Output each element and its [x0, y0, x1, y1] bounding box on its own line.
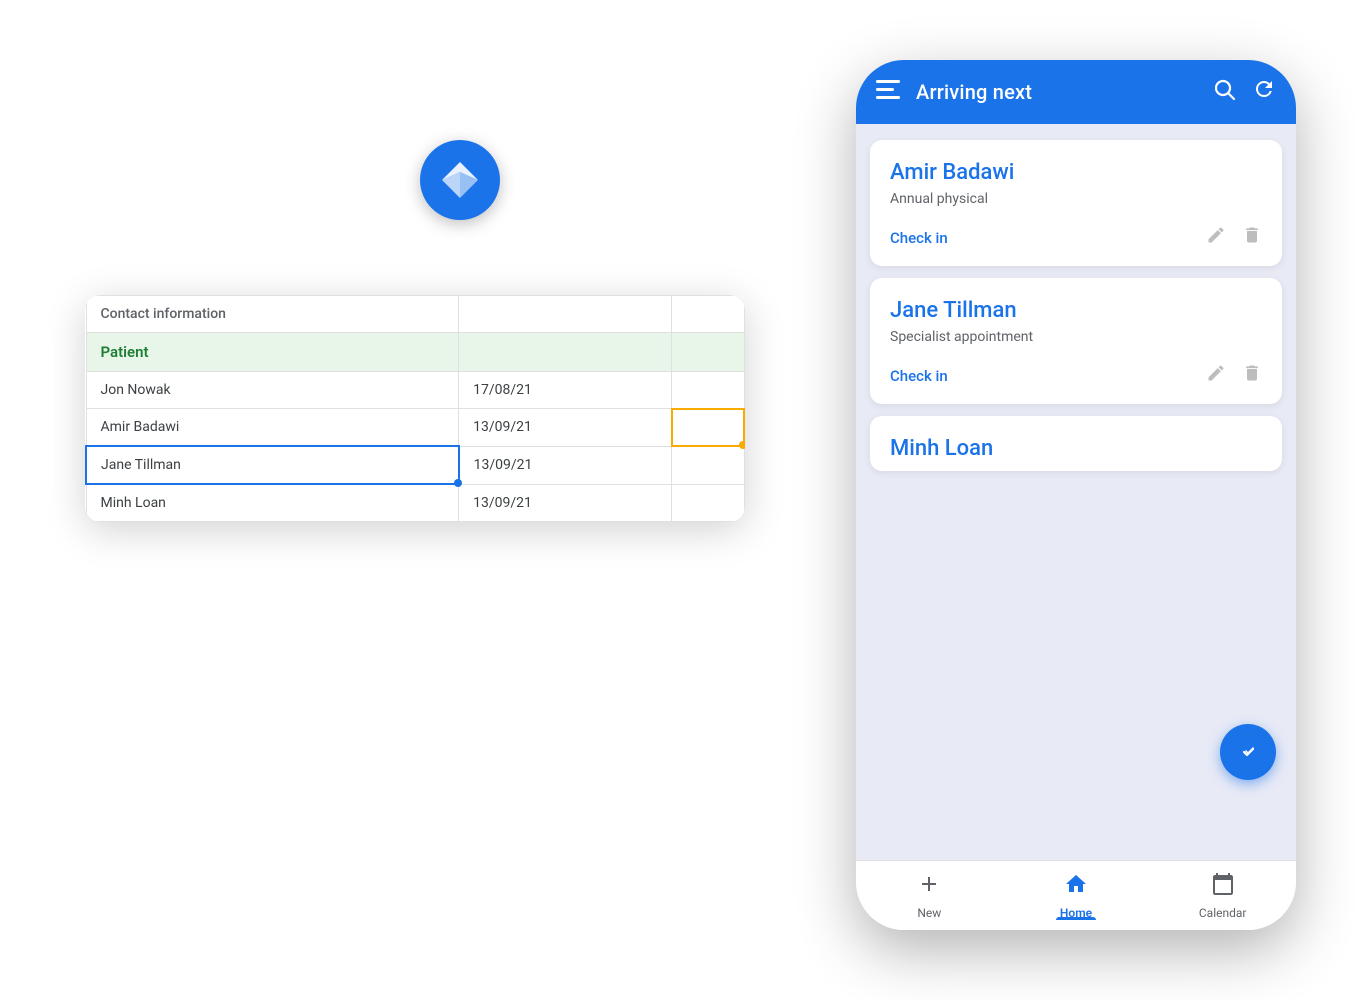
- patient-extra-cell: [672, 372, 744, 409]
- table-row-selected: Jane Tillman 13/09/21: [86, 446, 744, 484]
- sheet-header-row: Contact information: [86, 296, 744, 333]
- home-icon: [1064, 872, 1088, 902]
- nav-item-new[interactable]: New: [856, 872, 1003, 920]
- section-label: Patient: [86, 333, 459, 372]
- patient-extra-cell: [672, 484, 744, 522]
- edit-icon-jane[interactable]: [1206, 363, 1226, 388]
- section-col2: [459, 333, 672, 372]
- patient-date-cell: 13/09/21: [459, 446, 672, 484]
- patient-name-minh: Minh Loan: [890, 436, 1262, 461]
- check-in-button-amir[interactable]: Check in: [890, 229, 1190, 247]
- table-row: Amir Badawi 13/09/21: [86, 409, 744, 447]
- delete-icon-jane[interactable]: [1242, 363, 1262, 388]
- patient-extra-cell: [672, 446, 744, 484]
- table-row: Jon Nowak 17/08/21: [86, 372, 744, 409]
- app-bar-title: Arriving next: [916, 80, 1196, 104]
- app-bar: Arriving next: [856, 60, 1296, 124]
- phone-frame: Arriving next Amir Badawi Annual physica…: [856, 60, 1296, 930]
- nav-item-calendar[interactable]: Calendar: [1149, 872, 1296, 920]
- patient-card-amir: Amir Badawi Annual physical Check in: [870, 140, 1282, 266]
- table-row: Minh Loan 13/09/21: [86, 484, 744, 522]
- search-icon[interactable]: [1212, 77, 1236, 107]
- section-col3: [672, 333, 744, 372]
- bottom-nav: New Home Calendar: [856, 860, 1296, 930]
- nav-label-calendar: Calendar: [1199, 906, 1247, 920]
- patient-name-jane: Jane Tillman: [890, 298, 1262, 323]
- card-actions-amir: Check in: [890, 225, 1262, 250]
- check-in-button-jane[interactable]: Check in: [890, 367, 1190, 385]
- patient-date-cell: 17/08/21: [459, 372, 672, 409]
- col-contact-info: Contact information: [86, 296, 459, 333]
- patient-card-jane: Jane Tillman Specialist appointment Chec…: [870, 278, 1282, 404]
- patient-date-cell: 13/09/21: [459, 409, 672, 447]
- delete-icon-amir[interactable]: [1242, 225, 1262, 250]
- calendar-icon: [1211, 872, 1235, 902]
- card-actions-jane: Check in: [890, 363, 1262, 388]
- fab-checkin[interactable]: [1220, 724, 1276, 780]
- app-content: Amir Badawi Annual physical Check in Jan…: [856, 124, 1296, 860]
- patient-date-cell: 13/09/21: [459, 484, 672, 522]
- edit-icon-amir[interactable]: [1206, 225, 1226, 250]
- patient-card-minh: Minh Loan: [870, 416, 1282, 471]
- patient-name-cell-selected[interactable]: Jane Tillman: [86, 446, 459, 484]
- patient-name-amir: Amir Badawi: [890, 160, 1262, 185]
- refresh-icon[interactable]: [1252, 77, 1276, 107]
- col-empty-2: [672, 296, 744, 333]
- nav-item-home[interactable]: Home: [1003, 872, 1150, 920]
- patient-name-cell: Minh Loan: [86, 484, 459, 522]
- patient-name-cell: Jon Nowak: [86, 372, 459, 409]
- patient-extra-cell-selected[interactable]: [672, 409, 744, 447]
- plus-icon: [917, 872, 941, 902]
- sheet-section-patient: Patient: [86, 333, 744, 372]
- patient-name-cell: Amir Badawi: [86, 409, 459, 447]
- patient-type-amir: Annual physical: [890, 191, 1262, 207]
- spreadsheet-panel: Contact information Patient Jon Nowak 17…: [85, 295, 745, 522]
- nav-label-new: New: [917, 906, 941, 920]
- app-logo: [420, 140, 500, 220]
- menu-icon[interactable]: [876, 79, 900, 105]
- nav-active-indicator: [1056, 917, 1096, 920]
- col-empty-1: [459, 296, 672, 333]
- patient-type-jane: Specialist appointment: [890, 329, 1262, 345]
